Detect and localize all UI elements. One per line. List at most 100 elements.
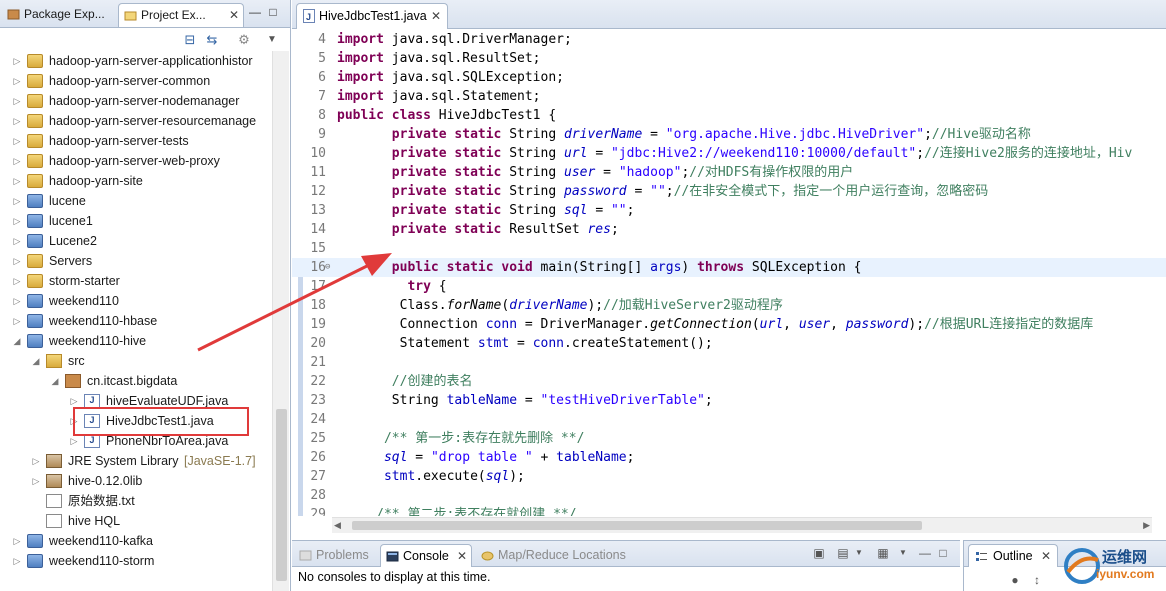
code-line[interactable]: 19 Connection conn = DriverManager.getCo… xyxy=(292,315,1166,334)
expand-arrow-icon[interactable]: ◢ xyxy=(50,371,60,391)
chevron-down-icon[interactable]: ▼ xyxy=(896,546,910,560)
scroll-left-icon[interactable]: ◀ xyxy=(334,518,341,532)
collapse-arrow-icon[interactable]: ▷ xyxy=(12,271,22,291)
code-line[interactable]: 23 String tableName = "testHiveDriverTab… xyxy=(292,391,1166,410)
code-line[interactable]: 14 private static ResultSet res; xyxy=(292,220,1166,239)
tree-item[interactable]: ◢ cn.itcast.bigdata xyxy=(0,371,272,391)
code-line[interactable]: 11 private static String user = "hadoop"… xyxy=(292,163,1166,182)
tree-item[interactable]: ▷ hive-0.12.0lib xyxy=(0,471,272,491)
collapse-arrow-icon[interactable]: ▷ xyxy=(12,231,22,251)
tree-item[interactable]: ▷ storm-starter xyxy=(0,271,272,291)
code-line[interactable]: 17 try { xyxy=(292,277,1166,296)
scroll-right-icon[interactable]: ▶ xyxy=(1143,518,1150,532)
collapse-arrow-icon[interactable]: ▷ xyxy=(12,291,22,311)
tree-item[interactable]: ▷ hadoop-yarn-server-tests xyxy=(0,131,272,151)
fold-icon[interactable]: ⊖ xyxy=(325,258,330,277)
tab-hivejdbctest1[interactable]: J HiveJdbcTest1.java ✕ xyxy=(296,3,448,29)
collapse-arrow-icon[interactable]: ▷ xyxy=(12,131,22,151)
collapse-arrow-icon[interactable]: ▷ xyxy=(12,531,22,551)
tree-item[interactable]: hive HQL xyxy=(0,511,272,531)
display-console-icon[interactable]: ▣ xyxy=(812,546,826,560)
collapse-arrow-icon[interactable]: ▷ xyxy=(12,51,22,71)
code-line[interactable]: 24 xyxy=(292,410,1166,429)
close-icon[interactable]: ✕ xyxy=(457,545,467,567)
tab-project-explorer[interactable]: Project Ex... ✕ xyxy=(118,3,244,27)
code-line[interactable]: 10 private static String url = "jdbc:Hiv… xyxy=(292,144,1166,163)
code-line[interactable]: 21 xyxy=(292,353,1166,372)
pin-console-icon[interactable]: ▤ xyxy=(836,546,850,560)
tree-item[interactable]: ▷ weekend110 xyxy=(0,291,272,311)
collapse-arrow-icon[interactable]: ▷ xyxy=(12,91,22,111)
tab-outline[interactable]: Outline ✕ xyxy=(968,544,1058,567)
expand-arrow-icon[interactable]: ◢ xyxy=(12,331,22,351)
code-line[interactable]: 29 /** 第二步:表不存在就创建 **/ xyxy=(292,505,1166,516)
tree-item[interactable]: ▷ Servers xyxy=(0,251,272,271)
code-area[interactable]: 4 import java.sql.DriverManager; 5 import j… xyxy=(292,30,1166,516)
code-line[interactable]: 5 import java.sql.ResultSet; xyxy=(292,49,1166,68)
code-line[interactable]: 9 private static String driverName = "or… xyxy=(292,125,1166,144)
tree-item[interactable]: ▷ hadoop-yarn-server-common xyxy=(0,71,272,91)
tree-item[interactable]: ▷ weekend110-kafka xyxy=(0,531,272,551)
editor-horizontal-scrollbar[interactable]: ◀ ▶ xyxy=(332,517,1152,533)
code-line[interactable]: 22 //创建的表名 xyxy=(292,372,1166,391)
sort-icon[interactable]: ↕ xyxy=(1030,573,1044,587)
chevron-down-icon[interactable]: ▼ xyxy=(852,546,866,560)
tab-problems[interactable]: Problems xyxy=(294,544,376,567)
tree-item[interactable]: ▷ lucene xyxy=(0,191,272,211)
tree-item[interactable]: ▷ JRE System Library [JavaSE-1.7] xyxy=(0,451,272,471)
tree-item[interactable]: ▷ hadoop-yarn-server-applicationhistor xyxy=(0,51,272,71)
tree-item[interactable]: ▷ lucene1 xyxy=(0,211,272,231)
view-menu-icon[interactable]: ⚙ xyxy=(236,32,252,48)
tree-item[interactable]: ▷ weekend110-hbase xyxy=(0,311,272,331)
code-line[interactable]: 28 xyxy=(292,486,1166,505)
minimize-icon[interactable]: — xyxy=(249,6,261,18)
scrollbar-thumb[interactable] xyxy=(276,409,287,581)
code-line[interactable]: 25 /** 第一步:表存在就先删除 **/ xyxy=(292,429,1166,448)
hide-fields-icon[interactable]: ● xyxy=(1008,573,1022,587)
collapse-arrow-icon[interactable]: ▷ xyxy=(31,471,41,491)
expand-arrow-icon[interactable]: ◢ xyxy=(31,351,41,371)
maximize-icon[interactable]: □ xyxy=(267,6,279,18)
link-with-editor-icon[interactable]: ⇆ xyxy=(204,32,220,48)
explorer-vertical-scrollbar[interactable] xyxy=(272,51,289,591)
collapse-arrow-icon[interactable]: ▷ xyxy=(12,551,22,571)
collapse-arrow-icon[interactable]: ▷ xyxy=(12,191,22,211)
code-line[interactable]: 4 import java.sql.DriverManager; xyxy=(292,30,1166,49)
tab-console[interactable]: Console ✕ xyxy=(380,544,472,567)
tab-package-explorer[interactable]: Package Exp... xyxy=(2,3,116,27)
collapse-arrow-icon[interactable]: ▷ xyxy=(12,171,22,191)
collapse-arrow-icon[interactable]: ▷ xyxy=(12,71,22,91)
open-console-icon[interactable]: ▦ xyxy=(876,546,890,560)
code-line[interactable]: 18 Class.forName(driverName);//加载HiveSer… xyxy=(292,296,1166,315)
close-icon[interactable]: ✕ xyxy=(229,4,239,26)
tree-item[interactable]: ▷ hadoop-yarn-server-nodemanager xyxy=(0,91,272,111)
tree-item[interactable]: ▷ hadoop-yarn-site xyxy=(0,171,272,191)
tree-item[interactable]: ◢ weekend110-hive xyxy=(0,331,272,351)
code-line[interactable]: 15 xyxy=(292,239,1166,258)
code-line[interactable]: 26 sql = "drop table " + tableName; xyxy=(292,448,1166,467)
collapse-arrow-icon[interactable]: ▷ xyxy=(31,451,41,471)
collapse-arrow-icon[interactable]: ▷ xyxy=(12,311,22,331)
scrollbar-thumb[interactable] xyxy=(352,521,922,530)
tree-item[interactable]: 原始数据.txt xyxy=(0,491,272,511)
code-line[interactable]: 7 import java.sql.Statement; xyxy=(292,87,1166,106)
tree-item[interactable]: ▷ weekend110-storm xyxy=(0,551,272,571)
tree-item[interactable]: ▷ hadoop-yarn-server-web-proxy xyxy=(0,151,272,171)
collapse-arrow-icon[interactable]: ▷ xyxy=(12,151,22,171)
close-icon[interactable]: ✕ xyxy=(431,4,441,28)
close-icon[interactable]: ✕ xyxy=(1041,545,1051,567)
code-line[interactable]: 8 public class HiveJdbcTest1 { xyxy=(292,106,1166,125)
code-line[interactable]: 12 private static String password = "";/… xyxy=(292,182,1166,201)
code-line[interactable]: 13 private static String sql = ""; xyxy=(292,201,1166,220)
collapse-all-icon[interactable]: ⊟ xyxy=(182,32,198,48)
code-line[interactable]: 16 ⊖ public static void main(String[] arg… xyxy=(292,258,1166,277)
tree-item[interactable]: ▷ Lucene2 xyxy=(0,231,272,251)
collapse-arrow-icon[interactable]: ▷ xyxy=(12,211,22,231)
tab-map-reduce-locations[interactable]: Map/Reduce Locations xyxy=(476,544,636,567)
code-line[interactable]: 27 stmt.execute(sql); xyxy=(292,467,1166,486)
maximize-icon[interactable]: □ xyxy=(936,546,950,560)
chevron-down-icon[interactable]: ▼ xyxy=(264,32,280,48)
code-line[interactable]: 6 import java.sql.SQLException; xyxy=(292,68,1166,87)
collapse-arrow-icon[interactable]: ▷ xyxy=(12,111,22,131)
minimize-icon[interactable]: — xyxy=(918,546,932,560)
